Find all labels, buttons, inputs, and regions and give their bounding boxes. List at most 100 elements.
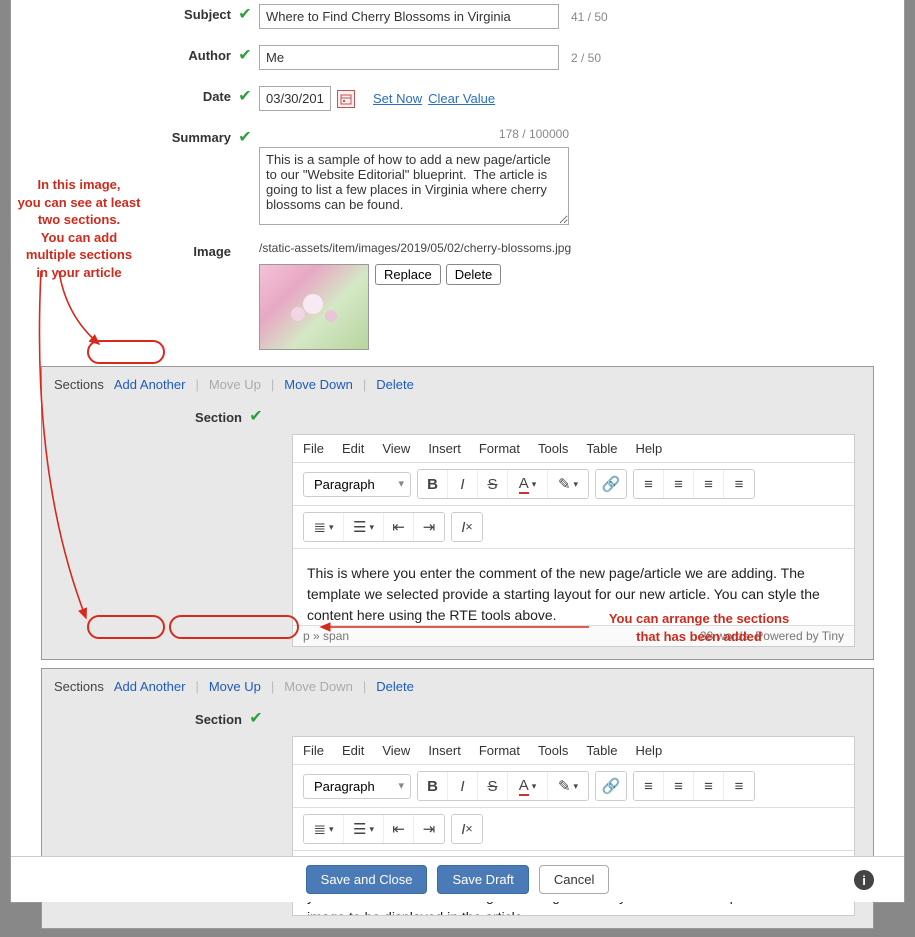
- section-block-1: Sections Add Another | Move Up | Move Do…: [41, 366, 874, 660]
- help-icon[interactable]: i: [854, 870, 874, 890]
- delete-section-link[interactable]: Delete: [376, 377, 414, 392]
- menu-format[interactable]: Format: [479, 743, 520, 758]
- highlight-icon[interactable]: ✎▾: [548, 772, 588, 800]
- date-row: Date ✔ Set Now Clear Value: [41, 86, 874, 111]
- align-left-icon[interactable]: ≡: [634, 772, 664, 800]
- date-input[interactable]: [259, 86, 331, 111]
- rte-status-bar: p » span 38 words Powered by Tiny: [293, 625, 854, 646]
- section-label: Section: [42, 407, 242, 425]
- check-icon: ✔: [231, 4, 259, 24]
- align-justify-icon[interactable]: ≡: [724, 470, 754, 498]
- subject-input[interactable]: [259, 4, 559, 29]
- rte-toolbar-2: ≣▾ ☰▾ ⇤ ⇥ I×: [293, 506, 854, 549]
- author-counter: 2 / 50: [571, 51, 601, 65]
- subject-label: Subject: [41, 4, 231, 22]
- cancel-button[interactable]: Cancel: [539, 865, 609, 894]
- align-left-icon[interactable]: ≡: [634, 470, 664, 498]
- clear-format-icon[interactable]: I×: [452, 815, 482, 843]
- paragraph-select[interactable]: Paragraph: [303, 774, 411, 799]
- menu-view[interactable]: View: [382, 441, 410, 456]
- author-input[interactable]: [259, 45, 559, 70]
- menu-table[interactable]: Table: [586, 743, 617, 758]
- text-color-icon[interactable]: A▾: [508, 470, 548, 498]
- clear-format-icon[interactable]: I×: [452, 513, 482, 541]
- menu-help[interactable]: Help: [635, 441, 662, 456]
- summary-label: Summary: [41, 127, 231, 145]
- section-header-2: Sections Add Another | Move Up | Move Do…: [42, 669, 873, 704]
- indent-icon[interactable]: ⇥: [414, 815, 444, 843]
- author-row: Author ✔ 2 / 50: [41, 45, 874, 70]
- section-row-1: Section ✔: [42, 402, 873, 434]
- italic-icon[interactable]: I: [448, 772, 478, 800]
- outdent-icon[interactable]: ⇤: [384, 815, 414, 843]
- ordered-list-icon[interactable]: ≣▾: [304, 513, 344, 541]
- link-icon[interactable]: 🔗: [596, 470, 626, 498]
- rte-path: p » span: [303, 629, 349, 643]
- align-justify-icon[interactable]: ≡: [724, 772, 754, 800]
- menu-insert[interactable]: Insert: [428, 743, 461, 758]
- subject-counter: 41 / 50: [571, 10, 608, 24]
- menu-view[interactable]: View: [382, 743, 410, 758]
- bold-icon[interactable]: B: [418, 470, 448, 498]
- menu-help[interactable]: Help: [635, 743, 662, 758]
- menu-edit[interactable]: Edit: [342, 743, 364, 758]
- outdent-icon[interactable]: ⇤: [384, 513, 414, 541]
- align-center-icon[interactable]: ≡: [664, 772, 694, 800]
- text-color-icon[interactable]: A▾: [508, 772, 548, 800]
- rte-menu: File Edit View Insert Format Tools Table…: [293, 435, 854, 463]
- move-down-link[interactable]: Move Down: [284, 377, 353, 392]
- move-up-link[interactable]: Move Up: [209, 679, 261, 694]
- summary-textarea[interactable]: [259, 147, 569, 225]
- section-label: Section: [42, 709, 242, 727]
- menu-format[interactable]: Format: [479, 441, 520, 456]
- delete-image-button[interactable]: Delete: [446, 264, 502, 285]
- menu-file[interactable]: File: [303, 441, 324, 456]
- paragraph-select[interactable]: Paragraph: [303, 472, 411, 497]
- check-icon: ✔: [242, 708, 270, 728]
- menu-tools[interactable]: Tools: [538, 743, 568, 758]
- unordered-list-icon[interactable]: ☰▾: [344, 513, 384, 541]
- check-icon: ✔: [231, 127, 259, 147]
- bold-icon[interactable]: B: [418, 772, 448, 800]
- rte-content-text: This is where you enter the comment of t…: [307, 565, 820, 623]
- subject-row: Subject ✔ 41 / 50: [41, 4, 874, 29]
- save-draft-button[interactable]: Save Draft: [437, 865, 528, 894]
- section-header-1: Sections Add Another | Move Up | Move Do…: [42, 367, 873, 402]
- strike-icon[interactable]: S: [478, 470, 508, 498]
- align-right-icon[interactable]: ≡: [694, 772, 724, 800]
- form-content: Subject ✔ 41 / 50 Author ✔ 2 / 50 Date ✔: [11, 0, 904, 937]
- summary-row: Summary ✔ 178 / 100000: [41, 127, 874, 225]
- menu-insert[interactable]: Insert: [428, 441, 461, 456]
- rte-toolbar-1: Paragraph B I S A▾ ✎▾ 🔗 ≡ ≡ ≡ ≡: [293, 765, 854, 808]
- check-icon: ✔: [231, 45, 259, 65]
- strike-icon[interactable]: S: [478, 772, 508, 800]
- sections-label: Sections: [54, 679, 104, 694]
- italic-icon[interactable]: I: [448, 470, 478, 498]
- add-another-link[interactable]: Add Another: [114, 679, 186, 694]
- ordered-list-icon[interactable]: ≣▾: [304, 815, 344, 843]
- indent-icon[interactable]: ⇥: [414, 513, 444, 541]
- image-label: Image: [41, 241, 231, 259]
- add-another-link[interactable]: Add Another: [114, 377, 186, 392]
- delete-section-link[interactable]: Delete: [376, 679, 414, 694]
- menu-edit[interactable]: Edit: [342, 441, 364, 456]
- menu-tools[interactable]: Tools: [538, 441, 568, 456]
- rte-menu: File Edit View Insert Format Tools Table…: [293, 737, 854, 765]
- highlight-icon[interactable]: ✎▾: [548, 470, 588, 498]
- align-right-icon[interactable]: ≡: [694, 470, 724, 498]
- move-up-disabled: Move Up: [209, 377, 261, 392]
- menu-file[interactable]: File: [303, 743, 324, 758]
- rte-body-1[interactable]: This is where you enter the comment of t…: [293, 549, 854, 625]
- set-now-link[interactable]: Set Now: [373, 91, 422, 106]
- link-icon[interactable]: 🔗: [596, 772, 626, 800]
- replace-button[interactable]: Replace: [375, 264, 441, 285]
- summary-counter: 178 / 100000: [499, 127, 569, 141]
- clear-value-link[interactable]: Clear Value: [428, 91, 495, 106]
- rte-toolbar-2: ≣▾ ☰▾ ⇤ ⇥ I×: [293, 808, 854, 851]
- menu-table[interactable]: Table: [586, 441, 617, 456]
- calendar-icon[interactable]: [337, 90, 355, 108]
- form-dialog: Subject ✔ 41 / 50 Author ✔ 2 / 50 Date ✔: [10, 0, 905, 903]
- save-and-close-button[interactable]: Save and Close: [306, 865, 428, 894]
- align-center-icon[interactable]: ≡: [664, 470, 694, 498]
- unordered-list-icon[interactable]: ☰▾: [344, 815, 384, 843]
